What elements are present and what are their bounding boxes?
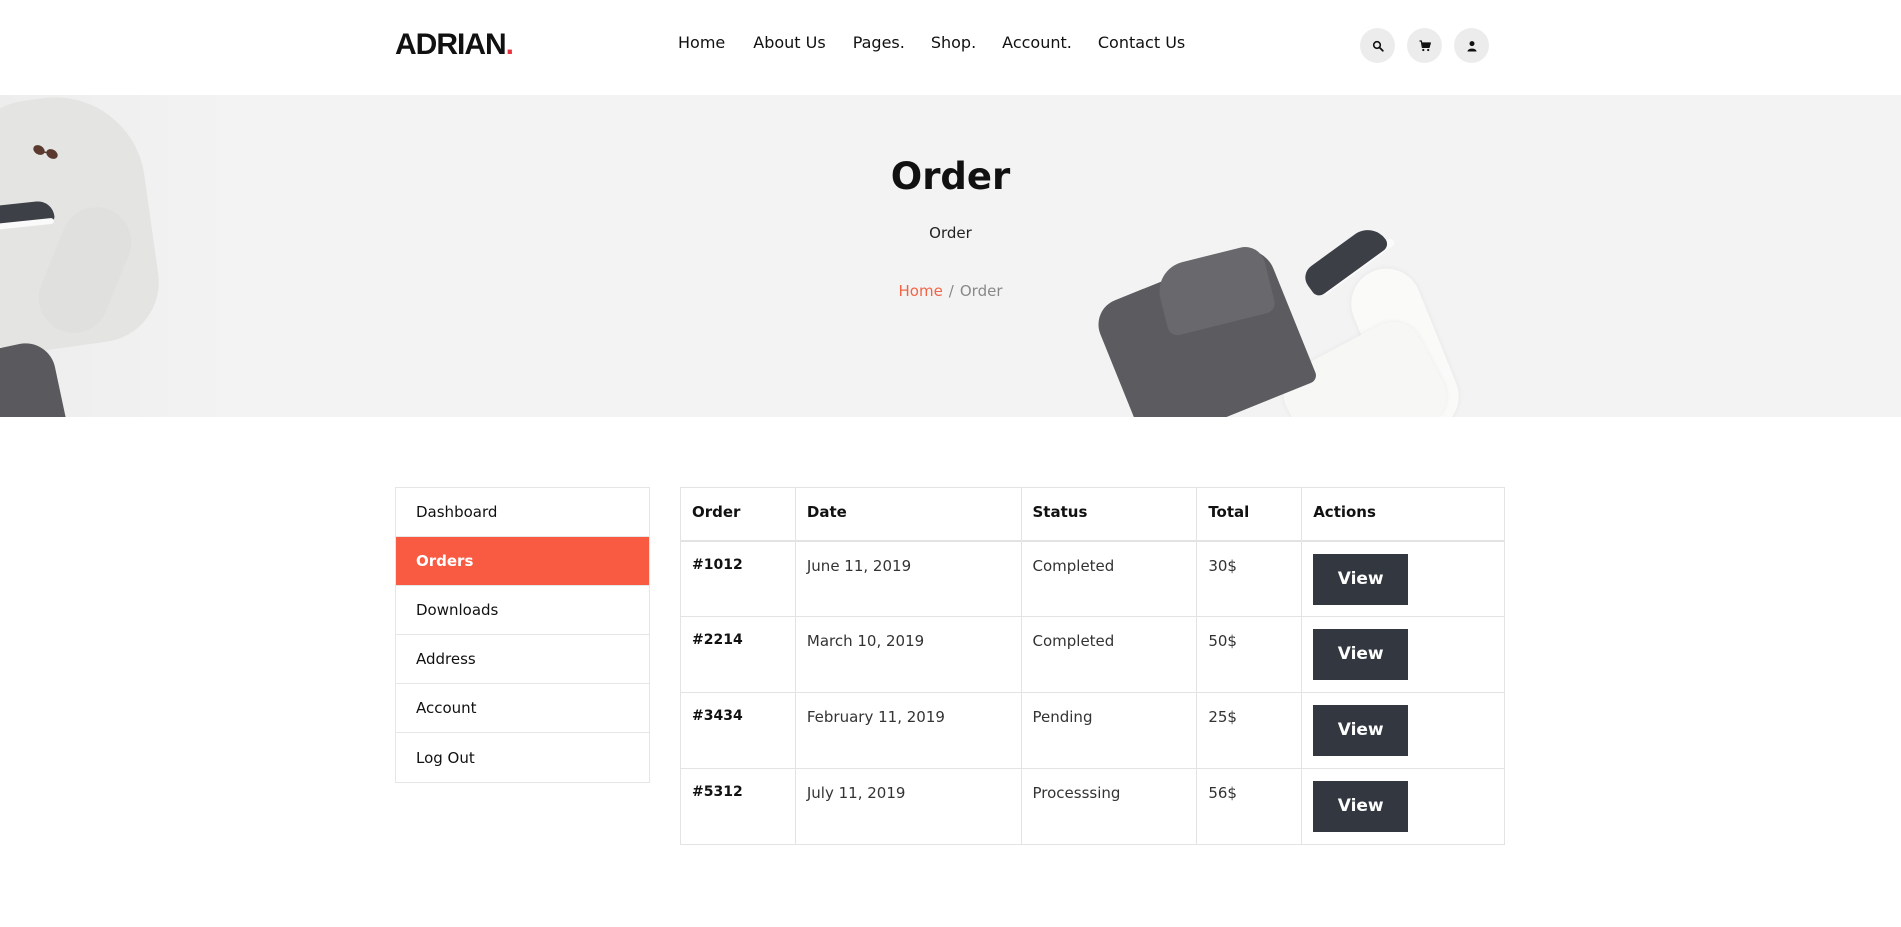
hero-decor-right [1090,95,1570,417]
cart-icon [1419,39,1431,51]
column-header-actions: Actions [1301,487,1505,542]
column-header-date: Date [794,487,1022,542]
search-icon [1372,40,1384,52]
sidebar-item-orders[interactable]: Orders [396,537,649,586]
logo-text: ADRIAN [395,28,507,61]
nav-item-account[interactable]: Account. [1002,33,1072,52]
sidebar-item-dashboard[interactable]: Dashboard [396,488,649,537]
nav-item-contact-us[interactable]: Contact Us [1098,33,1185,52]
search-button[interactable] [1360,28,1395,63]
order-status: Processsing [1020,768,1198,845]
order-status: Pending [1020,692,1198,769]
nav-item-shop[interactable]: Shop. [931,33,976,52]
order-date: July 11, 2019 [794,768,1022,845]
nav-item-about-us[interactable]: About Us [753,33,825,52]
breadcrumb-separator: / [948,282,954,300]
order-actions: View [1301,692,1505,769]
view-order-button[interactable]: View [1313,705,1409,756]
sidebar-item-log-out[interactable]: Log Out [396,733,649,782]
order-total: 56$ [1196,768,1303,845]
column-header-order: Order [680,487,796,542]
cart-button[interactable] [1407,28,1442,63]
order-actions: View [1301,768,1505,845]
user-button[interactable] [1454,28,1489,63]
breadcrumb: Home / Order [0,282,1901,300]
view-order-button[interactable]: View [1313,553,1409,605]
sidebar-item-account[interactable]: Account [396,684,649,733]
main-nav: Home About Us Pages. Shop. Account. Cont… [678,33,1185,52]
logo-dot: . [505,28,514,61]
order-date: March 10, 2019 [794,616,1022,693]
table-row: #5312 July 11, 2019 Processsing 56$ View [680,768,1505,845]
account-sidebar: Dashboard Orders Downloads Address Accou… [395,487,650,783]
page-hero: Order Order Home / Order [0,95,1901,417]
table-row: #1012 June 11, 2019 Completed 30$ View [680,540,1505,617]
pants-image [0,337,70,417]
hero-decor-left [0,95,230,417]
orders-table: Order Date Status Total Actions #1012 Ju… [680,487,1505,845]
nav-item-home[interactable]: Home [678,33,725,52]
sidebar-item-downloads[interactable]: Downloads [396,586,649,635]
breadcrumb-current: Order [959,282,1003,300]
nav-item-pages[interactable]: Pages. [853,33,905,52]
table-row: #2214 March 10, 2019 Completed 50$ View [680,616,1505,693]
table-row: #3434 February 11, 2019 Pending 25$ View [680,692,1505,769]
order-status: Completed [1020,540,1198,617]
order-total: 30$ [1196,540,1303,617]
column-header-total: Total [1196,487,1303,542]
order-total: 50$ [1196,616,1303,693]
order-status: Completed [1020,616,1198,693]
column-header-status: Status [1020,487,1198,542]
user-icon [1467,40,1476,51]
sidebar-item-address[interactable]: Address [396,635,649,684]
view-order-button[interactable]: View [1313,781,1409,832]
site-logo[interactable]: ADRIAN. [395,28,514,62]
order-number: #1012 [680,540,796,617]
page-title: Order [890,155,1011,198]
order-actions: View [1301,616,1505,693]
view-order-button[interactable]: View [1313,629,1409,680]
order-date: June 11, 2019 [794,540,1022,617]
order-number: #2214 [680,616,796,693]
order-date: February 11, 2019 [794,692,1022,769]
order-total: 25$ [1196,692,1303,769]
order-number: #5312 [680,768,796,845]
order-actions: View [1301,540,1505,617]
page-subtitle: Order [929,224,972,242]
site-header: ADRIAN. Home About Us Pages. Shop. Accou… [0,0,1901,95]
header-actions [1360,28,1489,63]
table-header-row: Order Date Status Total Actions [680,487,1505,542]
order-number: #3434 [680,692,796,769]
breadcrumb-home-link[interactable]: Home [899,282,943,300]
